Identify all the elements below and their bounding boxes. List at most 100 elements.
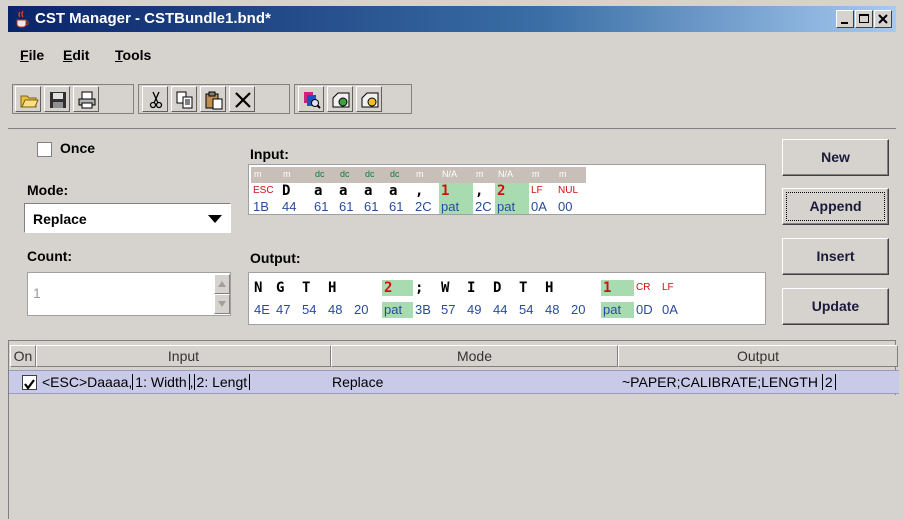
table-empty-area[interactable]: [9, 395, 899, 519]
output-char-cell: N: [254, 280, 263, 296]
input-char-cell: a: [364, 183, 373, 199]
delete-icon: [235, 92, 251, 108]
input-type-cell: dc: [362, 167, 387, 183]
copy-icon: [176, 91, 193, 109]
find-button[interactable]: [298, 86, 324, 112]
cut-button[interactable]: [142, 86, 168, 112]
update-button[interactable]: Update: [782, 288, 889, 325]
output-hex-cell: pat: [601, 302, 634, 318]
output-hex-cell: 0A: [662, 302, 678, 317]
paste-icon: [205, 91, 223, 110]
output-hex-cell: 3B: [415, 302, 431, 317]
row-mode-cell[interactable]: Replace: [332, 374, 612, 390]
count-spinner[interactable]: 1: [27, 272, 231, 316]
tool-b-button[interactable]: [356, 86, 382, 112]
menu-tools[interactable]: Tools: [115, 47, 151, 63]
count-label: Count:: [27, 248, 73, 264]
output-hex-cell: 54: [519, 302, 534, 317]
count-up-button[interactable]: [214, 274, 230, 294]
search-icon: [304, 92, 321, 109]
output-hex-cell: 0D: [636, 302, 653, 317]
insert-button[interactable]: Insert: [782, 238, 889, 275]
count-value: 1: [33, 285, 41, 301]
output-char-cell: I: [467, 280, 476, 296]
output-hex-cell: 20: [571, 302, 586, 317]
count-down-button[interactable]: [214, 294, 230, 314]
input-hex-cell: 1B: [253, 199, 269, 214]
menu-edit[interactable]: Edit: [63, 47, 89, 63]
column-header-input[interactable]: Input: [36, 345, 331, 367]
checkmark-icon: [24, 379, 35, 390]
up-arrow-icon: [218, 281, 226, 287]
close-button[interactable]: [874, 10, 892, 28]
input-char-row: ESC D a a a a , 1 , 2 LF NUL: [249, 183, 649, 199]
input-hex-view[interactable]: m m dc dc dc dc m N/A m N/A m m ESC D a …: [248, 164, 766, 215]
append-button[interactable]: Append: [782, 188, 889, 225]
mode-select[interactable]: Replace: [24, 203, 231, 233]
menu-file[interactable]: File: [20, 47, 44, 63]
chevron-down-icon: [208, 215, 222, 223]
output-char-cell: T: [519, 280, 528, 296]
output-hex-cell: 57: [441, 302, 456, 317]
open-button[interactable]: [15, 86, 41, 112]
paste-button[interactable]: [200, 86, 226, 112]
output-hex-cell: 44: [493, 302, 508, 317]
input-char-cell: ,: [475, 183, 484, 199]
copy-button[interactable]: [171, 86, 197, 112]
output-char-cell: [569, 280, 601, 296]
output-char-cell: 1: [601, 280, 634, 296]
title-bar[interactable]: CST Manager - CSTBundle1.bnd*: [8, 6, 896, 32]
row-input-field-1: 1: Width: [132, 374, 190, 390]
output-char-cell: ;: [415, 280, 424, 296]
input-char-cell: NUL: [558, 185, 579, 196]
input-hex-row: 1B 44 61 61 61 61 2C pat 2C pat 0A 00: [249, 199, 649, 214]
mode-value: Replace: [33, 211, 87, 227]
tool-b-icon: [361, 92, 379, 108]
input-type-cell: m: [251, 167, 280, 183]
minimize-icon: [841, 22, 848, 24]
input-type-cell: m: [280, 167, 312, 183]
input-char-cell: LF: [531, 185, 543, 196]
tool-a-button[interactable]: [327, 86, 353, 112]
row-output-prefix: ~PAPER;CALIBRATE;LENGTH: [622, 374, 818, 390]
output-char-cell: LF: [662, 282, 674, 293]
maximize-button[interactable]: [855, 10, 873, 28]
open-folder-icon: [20, 95, 39, 108]
input-hex-cell: 2C: [415, 199, 432, 214]
maximize-icon: [859, 14, 869, 23]
input-hex-cell: 0A: [531, 199, 547, 214]
output-char-cell: CR: [636, 282, 651, 293]
minimize-button[interactable]: [836, 10, 854, 28]
output-label: Output:: [250, 250, 301, 266]
output-char-cell: [352, 280, 382, 296]
mode-label: Mode:: [27, 182, 69, 198]
row-output-cell[interactable]: ~PAPER;CALIBRATE;LENGTH 2: [622, 374, 898, 390]
row-input-prefix: <ESC>Daaaa,: [42, 374, 133, 390]
input-type-cell: dc: [387, 167, 413, 183]
row-on-checkbox[interactable]: [22, 375, 37, 390]
menu-bar: File Edit Tools: [8, 33, 896, 69]
input-hex-cell: 61: [314, 199, 329, 214]
input-type-cell: m: [413, 167, 439, 183]
input-type-cell: dc: [312, 167, 337, 183]
column-header-on[interactable]: On: [10, 345, 36, 367]
input-hex-cell: 00: [558, 199, 573, 214]
once-checkbox[interactable]: [37, 142, 52, 157]
row-input-sep: ,: [189, 374, 194, 390]
input-hex-cell: pat: [439, 199, 473, 214]
input-char-cell: a: [339, 183, 348, 199]
input-char-cell: 1: [439, 183, 473, 199]
column-header-output[interactable]: Output: [618, 345, 898, 367]
column-header-mode[interactable]: Mode: [331, 345, 618, 367]
input-type-cell: dc: [337, 167, 362, 183]
row-input-cell[interactable]: <ESC>Daaaa, 1: Width, 2: Lengt: [42, 374, 330, 390]
input-char-cell: a: [389, 183, 398, 199]
input-type-cell: m: [529, 167, 556, 183]
input-hex-cell: 61: [364, 199, 379, 214]
delete-button[interactable]: [229, 86, 255, 112]
java-cup-icon: [16, 10, 29, 28]
new-button[interactable]: New: [782, 139, 889, 176]
output-hex-view[interactable]: N G T H 2 ; W I D T H 1 CR LF 4E 47 54 4…: [248, 272, 766, 325]
print-button[interactable]: [73, 86, 99, 112]
save-button[interactable]: [44, 86, 70, 112]
